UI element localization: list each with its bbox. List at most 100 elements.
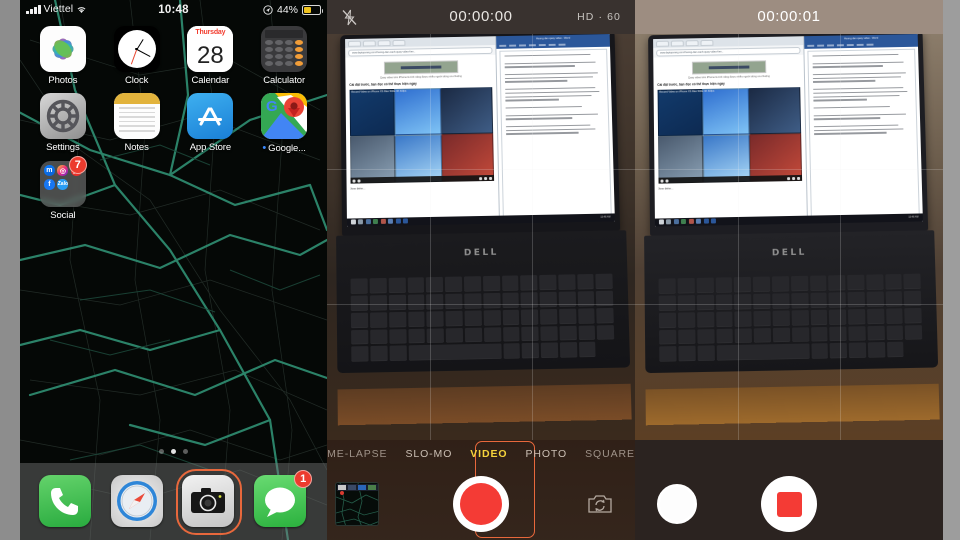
- browser-tab: [686, 40, 699, 46]
- page-dot[interactable]: [159, 449, 164, 454]
- video-player: Record Video on iPhone XS Max Wide 4K 60…: [658, 87, 803, 184]
- mode-slo-mo[interactable]: SLO-MO: [396, 444, 461, 464]
- taskbar-clock: 10:48 AM: [909, 216, 919, 219]
- laptop-screen: www.laptopvang.com/huong-dan-cach-quay-v…: [345, 34, 615, 226]
- laptop-lid: www.laptopvang.com/huong-dan-cach-quay-v…: [340, 34, 620, 235]
- word-ribbon: [497, 41, 610, 49]
- battery-icon: [302, 5, 321, 15]
- messages-badge: 1: [294, 470, 312, 488]
- facebook-icon: f: [44, 179, 55, 190]
- shutter-row: [327, 468, 635, 540]
- browser-page-content: Quay video trên iPhone là tính năng được…: [345, 55, 499, 226]
- right-gutter: [943, 0, 960, 540]
- app-google-maps[interactable]: G Google...: [247, 93, 321, 154]
- dock-app-phone[interactable]: [39, 475, 93, 529]
- dock-app-safari[interactable]: [111, 475, 165, 529]
- page-dot[interactable]: [183, 449, 188, 454]
- app-row-1: Photos Clock Thursday 28 Calendar Calcul…: [20, 26, 327, 86]
- page-dots[interactable]: [20, 449, 327, 454]
- phone-icon: [39, 475, 91, 527]
- dock-app-messages[interactable]: 1: [254, 475, 308, 529]
- app-row-3: 7 m ◎ ▶ f Zalo Social: [20, 161, 327, 221]
- desk-surface: [338, 383, 632, 425]
- shutter-row-recording: [635, 468, 943, 540]
- article-hero-image: [692, 60, 767, 74]
- app-label: Calendar: [191, 75, 229, 86]
- folder-badge: 7: [69, 156, 87, 174]
- word-window: Huong dan quay video - Word: [804, 34, 923, 223]
- app-empty-slot: [174, 161, 248, 221]
- browser-url-text: www.laptopvang.com/huong-dan-cach-quay-v…: [660, 50, 724, 54]
- browser-tab: [671, 40, 684, 46]
- zalo-icon: Zalo: [57, 179, 68, 190]
- app-calculator[interactable]: Calculator: [247, 26, 321, 86]
- app-app-store[interactable]: App Store: [174, 93, 248, 154]
- dell-laptop: www.laptopvang.com/huong-dan-cach-quay-v…: [642, 34, 939, 425]
- browser-window: www.laptopvang.com/huong-dan-cach-quay-v…: [345, 36, 500, 226]
- article-heading: Cài đặt trước, bạn đọc có thể thực hiện …: [658, 80, 801, 87]
- app-label: Google...: [262, 142, 305, 154]
- app-label: Photos: [48, 75, 77, 86]
- clock-icon: [114, 26, 160, 72]
- browser-tab: [378, 40, 391, 46]
- app-folder-social[interactable]: 7 m ◎ ▶ f Zalo Social: [26, 161, 100, 221]
- browser-tab-strip: [345, 36, 496, 48]
- mode-photo[interactable]: PHOTO: [516, 444, 576, 464]
- app-notes[interactable]: Notes: [100, 93, 174, 154]
- camera-top-bar: 00:00:00 HD · 60: [327, 0, 635, 34]
- app-row-2: Settings Notes App Store G • Google...: [20, 93, 327, 154]
- status-bar: Viettel 10:48 44%: [20, 0, 327, 22]
- last-photo-thumbnail[interactable]: [335, 482, 379, 526]
- camera-mode-selector[interactable]: ME-LAPSE SLO-MO VIDEO PHOTO SQUARE: [327, 440, 635, 468]
- laptop-keyboard: [659, 274, 923, 362]
- laptop-keyboard: [351, 274, 615, 362]
- video-player: Record Video on iPhone XS Max Wide 4K 60…: [350, 87, 495, 184]
- safari-compass-icon: [111, 475, 163, 527]
- mode-square[interactable]: SQUARE: [576, 444, 635, 464]
- app-clock[interactable]: Clock: [100, 26, 174, 86]
- video-frame-grid: [350, 87, 495, 184]
- svg-text:G: G: [266, 98, 278, 115]
- browser-tab: [348, 40, 361, 46]
- camera-viewfinder-recording[interactable]: www.laptopvang.com/huong-dan-cach-quay-v…: [635, 34, 943, 440]
- dell-logo: DELL: [644, 245, 934, 261]
- photos-icon: [40, 26, 86, 72]
- dock-app-camera[interactable]: [182, 475, 236, 529]
- laptop-lid: www.laptopvang.com/huong-dan-cach-quay-v…: [648, 34, 928, 235]
- app-calendar[interactable]: Thursday 28 Calendar: [174, 26, 248, 86]
- instagram-icon: ◎: [57, 165, 68, 176]
- mode-time-lapse[interactable]: ME-LAPSE: [327, 444, 396, 464]
- article-hero-image: [384, 60, 459, 74]
- app-label: App Store: [190, 142, 231, 153]
- page-dot-active[interactable]: [171, 449, 176, 454]
- record-stop-button[interactable]: [761, 476, 817, 532]
- location-arrow-icon: [263, 5, 273, 15]
- camera-top-bar-recording: 00:00:01: [635, 0, 943, 34]
- article-caption: Quay video trên iPhone là tính năng được…: [349, 74, 492, 80]
- record-start-button[interactable]: [453, 476, 509, 532]
- app-label: Calculator: [263, 75, 305, 86]
- word-title-text: Huong dan quay video - Word: [536, 37, 570, 41]
- dell-logo: DELL: [336, 245, 626, 261]
- app-store-icon: [187, 93, 233, 139]
- video-quality-label[interactable]: HD · 60: [577, 11, 621, 23]
- camera-before-recording-panel: www.laptopvang.com/huong-dan-cach-quay-v…: [327, 0, 635, 540]
- app-photos[interactable]: Photos: [26, 26, 100, 86]
- settings-gear-icon: [40, 93, 86, 139]
- video-frame-grid: [658, 87, 803, 184]
- mode-video[interactable]: VIDEO: [461, 444, 516, 464]
- camera-icon: [182, 475, 234, 527]
- record-button-inner: [460, 483, 502, 525]
- word-ribbon: [805, 41, 918, 49]
- app-settings[interactable]: Settings: [26, 93, 100, 154]
- browser-tab: [393, 39, 406, 45]
- camera-viewfinder[interactable]: www.laptopvang.com/huong-dan-cach-quay-v…: [327, 34, 635, 440]
- camera-flip-icon[interactable]: [587, 493, 613, 515]
- app-label: Social: [50, 210, 75, 221]
- take-photo-while-recording-button[interactable]: [657, 484, 697, 524]
- stop-button-inner: [777, 492, 802, 517]
- calendar-weekday: Thursday: [187, 26, 233, 39]
- battery-percent-label: 44%: [277, 4, 298, 16]
- status-bar-right: 44%: [263, 4, 321, 16]
- word-window: Huong dan quay video - Word: [496, 34, 615, 223]
